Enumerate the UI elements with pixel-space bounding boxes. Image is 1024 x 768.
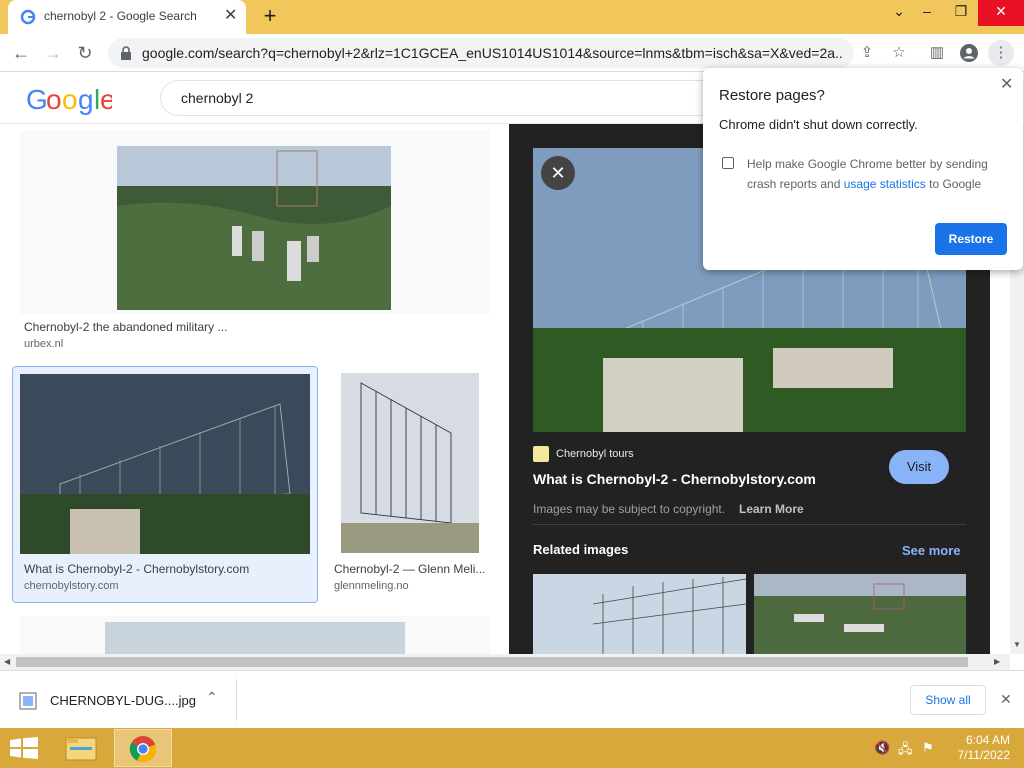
google-favicon-icon xyxy=(20,9,36,25)
result-caption[interactable]: Chernobyl-2 — Glenn Meli... xyxy=(334,562,485,576)
download-file-name[interactable]: CHERNOBYL-DUG....jpg xyxy=(50,693,196,708)
menu-kebab-icon[interactable]: ⋮ xyxy=(988,40,1014,66)
window-close-button[interactable]: ✕ xyxy=(978,0,1024,26)
dialog-close-icon[interactable]: ✕ xyxy=(1000,74,1013,94)
clock-date: 7/11/2022 xyxy=(957,748,1011,762)
search-input[interactable]: chernobyl 2 xyxy=(160,80,720,116)
result-thumbnail[interactable] xyxy=(341,373,479,553)
chrome-taskbar-button[interactable] xyxy=(114,729,172,767)
download-options-chevron-icon[interactable]: ⌃ xyxy=(206,689,218,706)
download-bar: CHERNOBYL-DUG....jpg ⌃ Show all ✕ xyxy=(0,670,1024,728)
image-results: Chernobyl-2 the abandoned military ... u… xyxy=(0,124,508,654)
see-more-link[interactable]: See more xyxy=(902,543,961,558)
browser-tab[interactable]: chernobyl 2 - Google Search ✕ xyxy=(8,0,246,34)
crash-report-checkbox[interactable] xyxy=(722,157,734,169)
share-icon[interactable]: ⇪ xyxy=(854,40,880,66)
maximize-button[interactable]: ❐ xyxy=(944,0,978,26)
svg-text:o: o xyxy=(62,84,77,115)
show-all-button[interactable]: Show all xyxy=(910,685,986,715)
scroll-left-icon[interactable]: ◀ xyxy=(4,657,10,666)
related-image[interactable] xyxy=(533,574,746,654)
google-logo[interactable]: G o o g l e xyxy=(26,84,116,123)
minimize-button[interactable]: – xyxy=(910,0,944,26)
usage-statistics-link[interactable]: usage statistics xyxy=(844,177,926,191)
address-bar[interactable]: google.com/search?q=chernobyl+2&rlz=1C1G… xyxy=(108,38,854,68)
windows-taskbar: 🔇 🖧 ⚑ 6:04 AM 7/11/2022 xyxy=(0,728,1024,768)
svg-text:G: G xyxy=(26,84,47,115)
new-tab-button[interactable]: + xyxy=(258,5,282,29)
result-card[interactable] xyxy=(20,130,490,314)
back-icon[interactable]: ← xyxy=(8,40,34,66)
close-download-bar-icon[interactable]: ✕ xyxy=(1000,691,1012,708)
clock-time: 6:04 AM xyxy=(965,733,1010,747)
google-logo-mark: G o o g l e xyxy=(26,84,116,115)
tab-title: chernobyl 2 - Google Search xyxy=(44,9,197,23)
result-card[interactable] xyxy=(20,616,490,654)
scroll-right-icon[interactable]: ▶ xyxy=(994,657,1000,666)
svg-text:o: o xyxy=(46,84,61,115)
taskbar-clock[interactable]: 6:04 AM 7/11/2022 xyxy=(940,733,1011,763)
reload-icon[interactable]: ↻ xyxy=(72,40,98,66)
copyright-note: Images may be subject to copyright. xyxy=(533,502,726,516)
browser-toolbar: ← → ↻ google.com/search?q=chernobyl+2&rl… xyxy=(0,34,1024,72)
related-image[interactable] xyxy=(754,574,966,654)
action-center-icon[interactable]: ⚑ xyxy=(922,740,934,756)
svg-text:g: g xyxy=(78,84,93,115)
divider xyxy=(533,524,966,525)
result-thumbnail[interactable] xyxy=(105,622,405,654)
result-source: chernobylstory.com xyxy=(24,580,119,592)
close-preview-icon[interactable]: ✕ xyxy=(541,156,575,190)
related-images-heading: Related images xyxy=(533,542,629,557)
side-panel-icon[interactable]: ▥ xyxy=(924,40,950,66)
restore-pages-dialog: Restore pages? ✕ Chrome didn't shut down… xyxy=(703,68,1023,270)
site-name[interactable]: Chernobyl tours xyxy=(556,448,634,460)
result-source: glennmeling.no xyxy=(334,580,409,592)
result-source: urbex.nl xyxy=(24,338,64,350)
forward-icon[interactable]: → xyxy=(40,40,66,66)
visit-button[interactable]: Visit xyxy=(889,450,949,484)
dialog-message: Chrome didn't shut down correctly. xyxy=(719,117,918,132)
scroll-down-icon[interactable]: ▼ xyxy=(1013,640,1021,649)
image-file-icon xyxy=(19,692,37,710)
svg-text:l: l xyxy=(94,84,100,115)
divider xyxy=(236,679,237,721)
result-thumbnail[interactable] xyxy=(20,374,310,554)
horizontal-scrollbar[interactable]: ◀ ▶ xyxy=(0,654,1010,670)
restore-button[interactable]: Restore xyxy=(935,223,1007,255)
dialog-title: Restore pages? xyxy=(719,87,825,104)
scrollbar-thumb[interactable] xyxy=(16,657,968,667)
result-caption[interactable]: Chernobyl-2 the abandoned military ... xyxy=(24,320,227,334)
preview-title[interactable]: What is Chernobyl-2 - Chernobylstory.com xyxy=(533,471,816,487)
lock-icon xyxy=(121,46,131,60)
windows-start-icon[interactable] xyxy=(10,737,38,759)
crash-report-label: Help make Google Chrome better by sendin… xyxy=(747,157,988,191)
file-explorer-icon[interactable] xyxy=(58,730,104,766)
tab-close-icon[interactable]: ✕ xyxy=(224,8,237,24)
url-text: google.com/search?q=chernobyl+2&rlz=1C1G… xyxy=(142,45,842,61)
search-query: chernobyl 2 xyxy=(181,90,254,106)
network-icon[interactable]: 🖧 xyxy=(898,740,913,762)
result-thumbnail[interactable] xyxy=(117,146,391,310)
learn-more-link[interactable]: Learn More xyxy=(739,502,804,516)
site-favicon-icon xyxy=(533,446,549,462)
chrome-icon xyxy=(129,736,157,763)
svg-text:e: e xyxy=(100,84,112,115)
profile-icon[interactable] xyxy=(956,40,982,66)
bookmark-star-icon[interactable]: ☆ xyxy=(886,40,912,66)
result-caption[interactable]: What is Chernobyl-2 - Chernobylstory.com xyxy=(24,562,249,576)
volume-muted-icon[interactable]: 🔇 xyxy=(874,740,890,756)
